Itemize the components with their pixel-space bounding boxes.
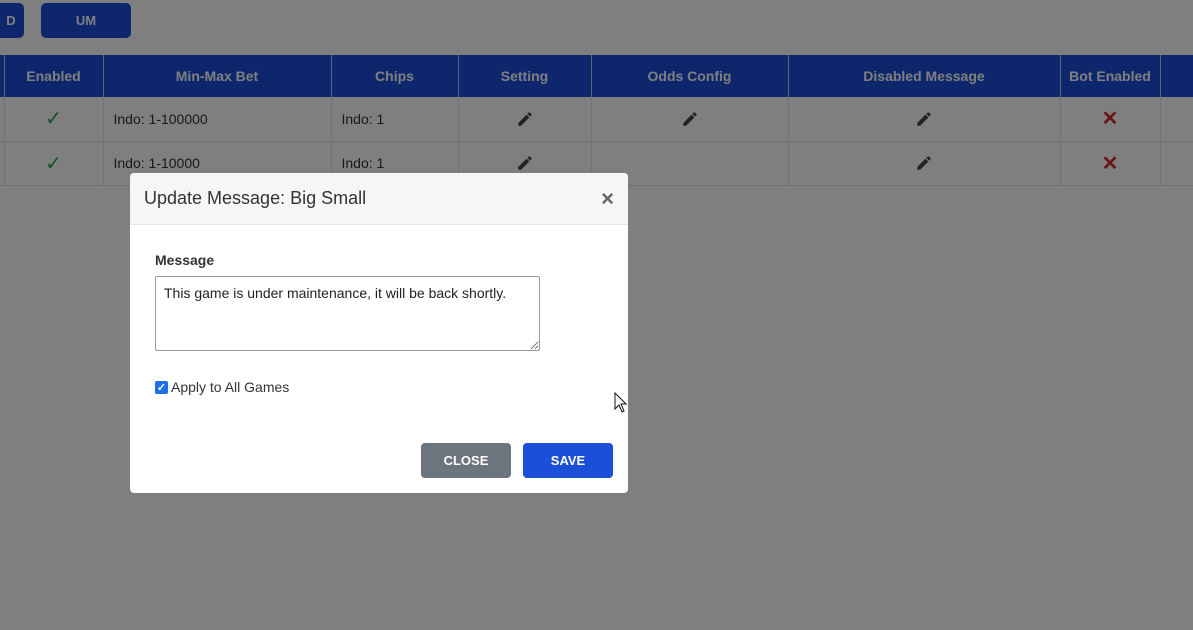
apply-all-label[interactable]: Apply to All Games — [171, 379, 289, 395]
mouse-cursor-icon — [614, 392, 628, 413]
modal-header: Update Message: Big Small × — [130, 173, 628, 225]
modal-title: Update Message: Big Small — [144, 188, 367, 208]
update-message-modal: Update Message: Big Small × Message This… — [130, 173, 628, 493]
close-button[interactable]: CLOSE — [421, 443, 511, 478]
message-textarea[interactable]: This game is under maintenance, it will … — [155, 276, 540, 351]
apply-all-row[interactable]: ✓ Apply to All Games — [155, 379, 289, 395]
message-label: Message — [155, 252, 215, 268]
close-icon[interactable]: × — [601, 187, 614, 210]
apply-all-checkbox[interactable]: ✓ — [155, 380, 168, 394]
save-button[interactable]: SAVE — [523, 443, 613, 478]
